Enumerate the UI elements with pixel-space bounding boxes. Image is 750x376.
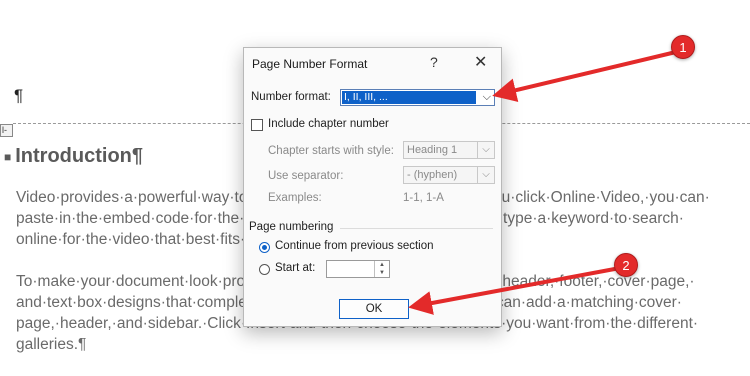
include-chapter-checkbox[interactable] bbox=[251, 119, 263, 131]
page-numbering-group-label: Page numbering bbox=[249, 221, 334, 233]
examples-value: 1-1, 1-A bbox=[403, 192, 444, 204]
separator-label: Use separator: bbox=[268, 170, 344, 182]
chapter-style-select[interactable]: Heading 1 ⌵ bbox=[403, 141, 495, 159]
bullet-icon: ■ bbox=[4, 149, 12, 164]
number-format-value: I, II, III, ... bbox=[342, 91, 476, 104]
callout-badge-1: 1 bbox=[671, 35, 695, 59]
chevron-down-icon: ⌵ bbox=[477, 142, 494, 158]
ok-button[interactable]: OK bbox=[339, 299, 409, 319]
number-format-select[interactable]: I, II, III, ... ⌵ bbox=[340, 89, 495, 106]
header-tab-marker[interactable]: l- bbox=[0, 124, 13, 137]
heading-text: Introduction¶ bbox=[15, 145, 144, 167]
paragraph-line: galleries.¶ bbox=[16, 336, 87, 353]
chapter-style-label: Chapter starts with style: bbox=[268, 145, 394, 157]
help-icon[interactable]: ? bbox=[430, 54, 438, 70]
start-at-spinner[interactable]: ▲ ▼ bbox=[326, 260, 390, 278]
group-divider bbox=[340, 228, 493, 229]
start-at-radio[interactable] bbox=[259, 264, 270, 275]
continue-label[interactable]: Continue from previous section bbox=[275, 240, 434, 252]
separator-select[interactable]: - (hyphen) ⌵ bbox=[403, 166, 495, 184]
chapter-style-value: Heading 1 bbox=[407, 144, 458, 156]
chevron-down-icon[interactable]: ⌵ bbox=[483, 91, 491, 104]
callout-badge-2: 2 bbox=[614, 253, 638, 277]
examples-label: Examples: bbox=[268, 192, 322, 204]
separator-value: - (hyphen) bbox=[407, 169, 458, 181]
page-number-format-dialog: Page Number Format ? ✕ Number format: I,… bbox=[243, 47, 502, 327]
continue-radio[interactable] bbox=[259, 242, 270, 253]
include-chapter-label[interactable]: Include chapter number bbox=[268, 118, 389, 130]
close-icon[interactable]: ✕ bbox=[474, 52, 487, 72]
chevron-down-icon: ⌵ bbox=[477, 167, 494, 183]
dialog-title: Page Number Format bbox=[252, 57, 368, 71]
spin-up-icon[interactable]: ▲ bbox=[375, 261, 389, 269]
paragraph-mark: ¶ bbox=[14, 86, 24, 105]
document-heading[interactable]: ■ Introduction¶ bbox=[4, 145, 143, 168]
start-at-label[interactable]: Start at: bbox=[275, 262, 315, 274]
spin-down-icon[interactable]: ▼ bbox=[375, 269, 389, 277]
number-format-label: Number format: bbox=[251, 91, 331, 103]
